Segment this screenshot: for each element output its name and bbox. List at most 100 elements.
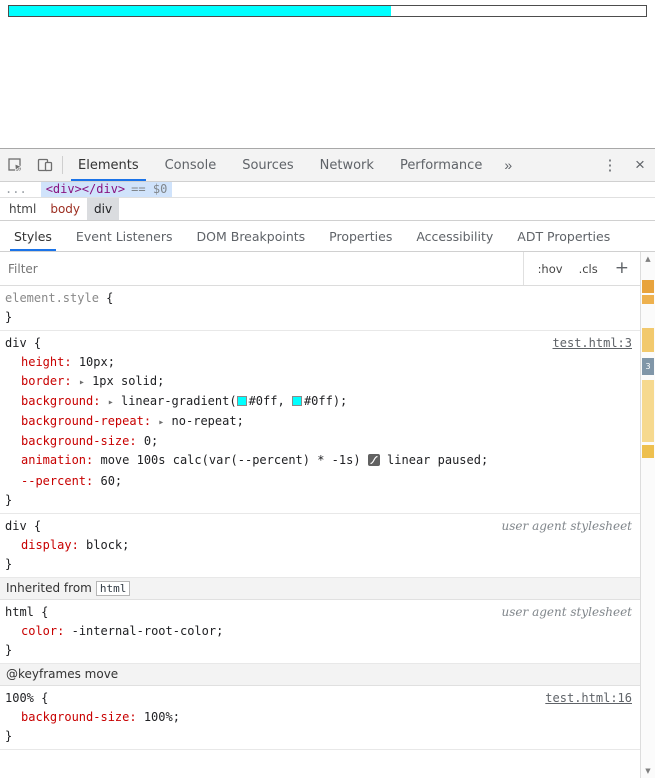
node-tag[interactable]: <div></div> (46, 182, 125, 197)
scrollbar-marks: 3 (641, 252, 655, 778)
source-link[interactable]: test.html:16 (545, 689, 632, 708)
declaration-height: height: 10px; (0, 353, 640, 372)
elements-tree: ... <div></div> == $0 (0, 182, 655, 197)
rule-div: div { test.html:3 height: 10px; border: … (0, 331, 640, 514)
property-value[interactable]: 0; (144, 434, 158, 448)
property-value[interactable]: no-repeat; (172, 414, 244, 428)
scrollbar-marker (642, 380, 654, 442)
tab-network[interactable]: Network (307, 149, 387, 181)
rule-selector[interactable]: element.style (5, 291, 99, 305)
breadcrumb: html body div (0, 197, 655, 221)
tab-sources[interactable]: Sources (229, 149, 306, 181)
panel-tabs: Elements Console Sources Network Perform… (65, 149, 495, 181)
inherited-from-label: Inherited from (6, 581, 92, 595)
property-name[interactable]: animation: (21, 453, 93, 467)
property-name[interactable]: color: (21, 624, 64, 638)
color-swatch[interactable] (291, 396, 302, 406)
selected-dom-node[interactable]: <div></div> == $0 (40, 182, 173, 197)
color-swatch[interactable] (236, 396, 247, 406)
breadcrumb-html[interactable]: html (2, 198, 43, 220)
styles-area: :hov .cls + element.style { } (0, 252, 655, 778)
property-value[interactable]: 60; (100, 474, 122, 488)
expand-shorthand-icon[interactable]: ▸ (158, 417, 164, 428)
rule-selector[interactable]: html (5, 605, 34, 619)
property-name[interactable]: height: (21, 355, 72, 369)
progress-bar-track (8, 5, 647, 17)
styles-pane: element.style { } div { test.html:3 heig… (0, 286, 640, 778)
tab-properties[interactable]: Properties (317, 221, 404, 251)
tab-adt-properties[interactable]: ADT Properties (505, 221, 622, 251)
property-name[interactable]: background: (21, 394, 100, 408)
property-name[interactable]: background-repeat: (21, 414, 151, 428)
property-name[interactable]: display: (21, 538, 79, 552)
open-brace: { (106, 291, 114, 305)
tree-ellipsis: ... (5, 182, 27, 196)
scroll-up-arrow-icon[interactable]: ▲ (641, 255, 655, 263)
property-value[interactable]: 10px; (79, 355, 115, 369)
tab-event-listeners[interactable]: Event Listeners (64, 221, 185, 251)
close-brace: } (5, 643, 13, 657)
filter-separator (522, 252, 524, 285)
tab-console[interactable]: Console (152, 149, 230, 181)
styles-scrollbar[interactable]: 3 ▲ ▼ (640, 252, 655, 778)
devtools-toolbar: Elements Console Sources Network Perform… (0, 149, 655, 182)
inspect-element-icon[interactable] (0, 149, 30, 181)
close-devtools-icon[interactable]: × (625, 149, 655, 181)
breadcrumb-body[interactable]: body (43, 198, 87, 220)
open-brace: { (33, 336, 42, 350)
property-value[interactable]: block; (86, 538, 129, 552)
inherited-node-chip[interactable]: html (95, 581, 131, 596)
property-value[interactable]: 100%; (144, 710, 180, 724)
devtools-menu-icon[interactable]: ⋮ (595, 149, 625, 181)
scrollbar-marker (642, 445, 654, 458)
keyframes-header: @keyframes move (0, 664, 640, 686)
rule-element-style: element.style { } (0, 286, 640, 331)
property-value[interactable]: linear paused; (387, 453, 488, 467)
source-link[interactable]: test.html:3 (553, 334, 632, 353)
property-name[interactable]: border: (21, 374, 72, 388)
tab-performance[interactable]: Performance (387, 149, 495, 181)
open-brace: { (41, 691, 49, 705)
declaration-color: color: -internal-root-color; (0, 622, 640, 641)
property-value[interactable]: #0ff, (249, 394, 285, 408)
rule-selector[interactable]: div (5, 519, 27, 533)
property-value[interactable]: -internal-root-color; (72, 624, 224, 638)
new-style-rule-button[interactable]: + (606, 258, 640, 280)
tab-dom-breakpoints[interactable]: DOM Breakpoints (185, 221, 318, 251)
breadcrumb-div[interactable]: div (87, 198, 120, 220)
filter-tools: :hov .cls + (522, 252, 640, 285)
stylesheet-origin: user agent stylesheet (501, 605, 632, 619)
property-value[interactable]: linear-gradient( (121, 394, 237, 408)
tab-elements[interactable]: Elements (65, 149, 152, 181)
rule-selector[interactable]: div (5, 336, 27, 350)
close-brace: } (5, 310, 13, 324)
property-name[interactable]: background-size: (21, 710, 137, 724)
rule-div-user-agent: div { user agent stylesheet display: blo… (0, 514, 640, 578)
declaration-display: display: block; (0, 536, 640, 555)
expand-shorthand-icon[interactable]: ▸ (79, 377, 85, 388)
declaration-background-repeat: background-repeat: ▸ no-repeat; (0, 412, 640, 432)
toggle-hover-state-button[interactable]: :hov (530, 262, 571, 276)
declaration-background-size: background-size: 0; (0, 432, 640, 451)
styles-filter-bar: :hov .cls + (0, 252, 640, 286)
sidebar-tabs: Styles Event Listeners DOM Breakpoints P… (0, 221, 655, 252)
property-value[interactable]: move 100s calc(var(--percent) * -1s) (100, 453, 360, 467)
scroll-down-arrow-icon[interactable]: ▼ (641, 767, 655, 775)
expand-shorthand-icon[interactable]: ▸ (108, 397, 114, 408)
property-name[interactable]: background-size: (21, 434, 137, 448)
property-value[interactable]: #0ff); (304, 394, 347, 408)
bezier-easing-icon[interactable] (367, 453, 380, 472)
toggle-element-classes-button[interactable]: .cls (571, 262, 606, 276)
more-tabs-icon[interactable]: » (495, 149, 521, 181)
browser-page (0, 0, 655, 148)
devtools-panel: Elements Console Sources Network Perform… (0, 148, 655, 778)
tab-styles[interactable]: Styles (2, 221, 64, 251)
property-value[interactable]: 1px solid; (92, 374, 164, 388)
rule-selector[interactable]: 100% (5, 691, 34, 705)
declaration-background-size: background-size: 100%; (0, 708, 640, 727)
tab-accessibility[interactable]: Accessibility (404, 221, 505, 251)
device-toolbar-icon[interactable] (30, 149, 60, 181)
filter-input[interactable] (8, 261, 523, 276)
keyframes-label: @keyframes move (6, 667, 119, 681)
property-name[interactable]: --percent: (21, 474, 93, 488)
